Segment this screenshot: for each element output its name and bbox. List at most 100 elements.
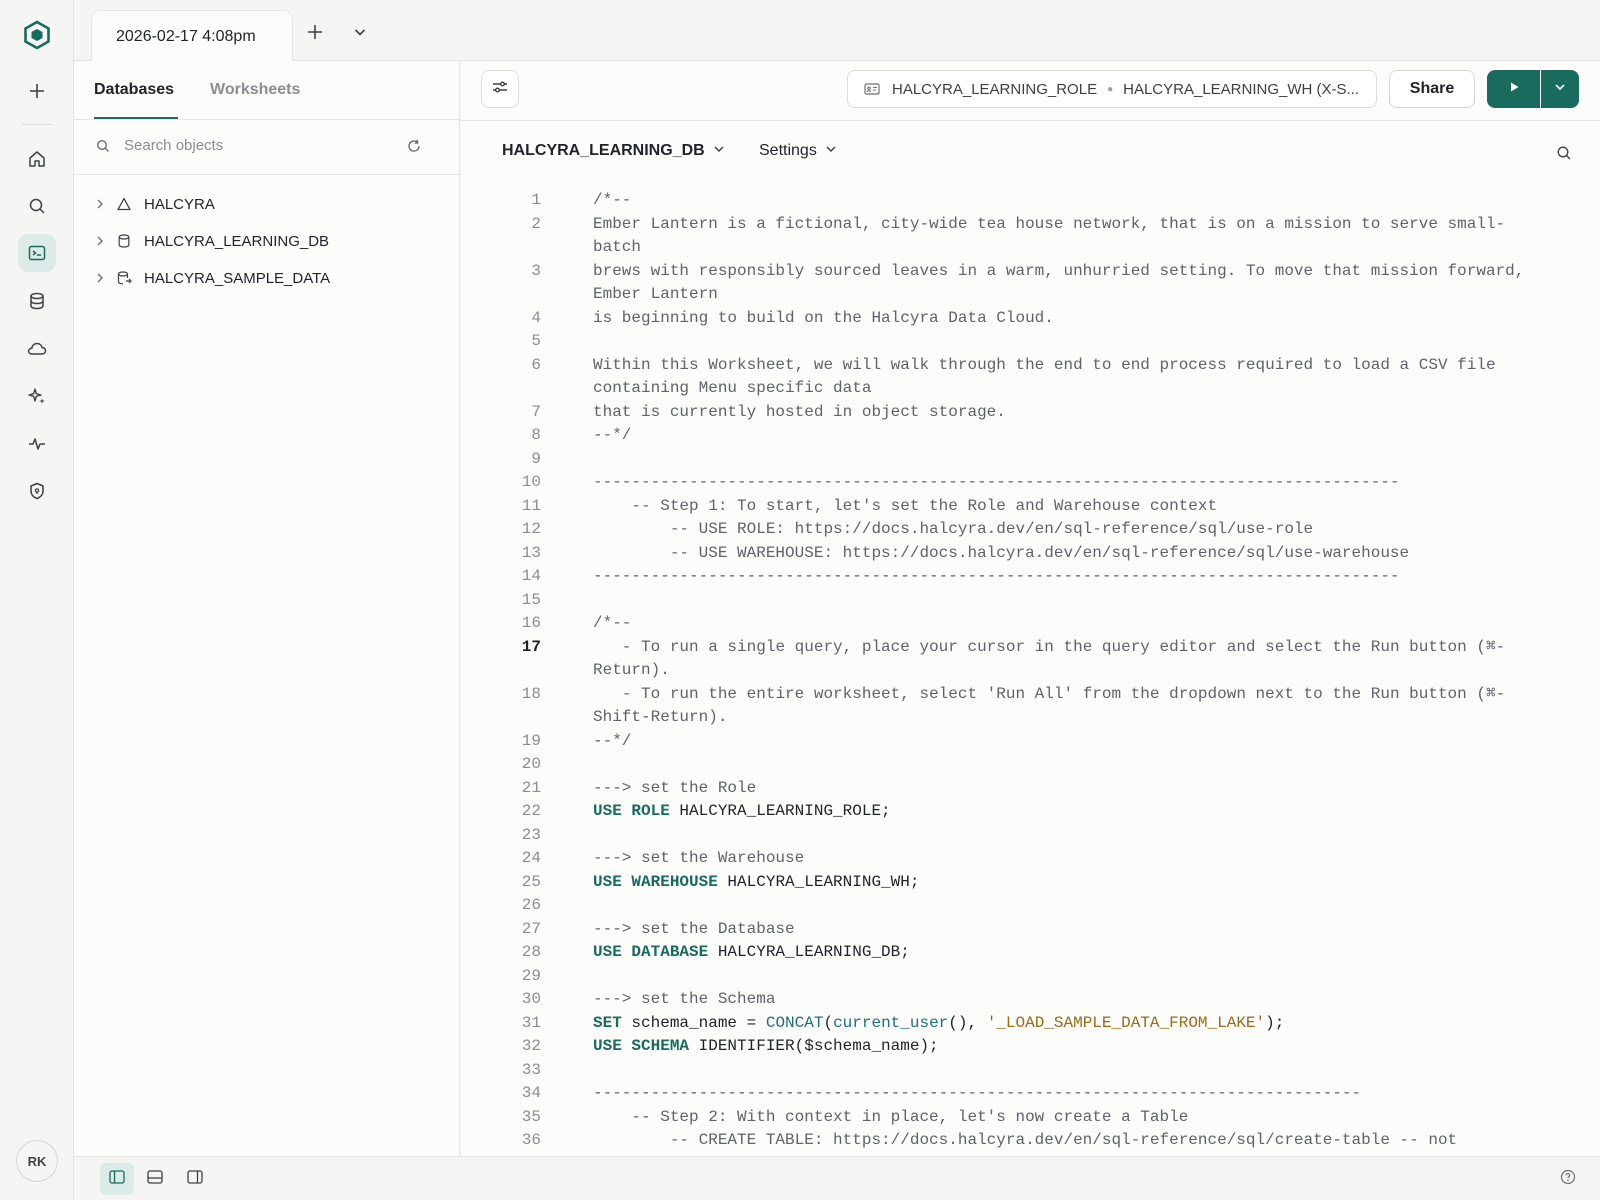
code-line[interactable]: 12 -- USE ROLE: https://docs.halcyra.dev… — [461, 518, 1600, 542]
tree-item-halcyra[interactable]: HALCYRA — [74, 186, 460, 222]
shield-icon[interactable] — [18, 472, 56, 510]
database-selector[interactable]: HALCYRA_LEARNING_DB — [502, 142, 725, 160]
share-button[interactable]: Share — [1389, 70, 1475, 108]
database-icon[interactable] — [18, 282, 56, 320]
code-line[interactable]: 30 ---> set the Schema — [461, 988, 1600, 1012]
code-line[interactable]: 19 --*/ — [461, 730, 1600, 754]
code-line[interactable]: 36 -- CREATE TABLE: https://docs.halcyra… — [461, 1129, 1600, 1153]
code-line[interactable]: 25 USE WAREHOUSE HALCYRA_LEARNING_WH; — [461, 871, 1600, 895]
code-line[interactable]: 3 brews with responsibly sourced leaves i… — [461, 260, 1600, 307]
sql-comment: - To run the entire worksheet, select 'R… — [593, 684, 1506, 727]
home-icon[interactable] — [18, 140, 56, 178]
code-line[interactable]: 21 ---> set the Role — [461, 777, 1600, 801]
line-text: - To run a single query, place your curs… — [593, 636, 1553, 683]
code-line[interactable]: 11 -- Step 1: To start, let's set the Ro… — [461, 495, 1600, 519]
tree-item-halcyra-sample-data[interactable]: HALCYRA_SAMPLE_DATA — [74, 260, 460, 296]
settings-dropdown[interactable]: Settings — [759, 142, 837, 160]
code-line[interactable]: 4 is beginning to build on the Halcyra Da… — [461, 307, 1600, 331]
code-line[interactable]: 33 — [461, 1059, 1600, 1083]
code-line[interactable]: 15 — [461, 589, 1600, 613]
code-line[interactable]: 10 --------------------------------------… — [461, 471, 1600, 495]
sql-text: HALCYRA_LEARNING_DB; — [708, 943, 910, 961]
activity-icon[interactable] — [18, 425, 56, 463]
code-line[interactable]: 16 /*-- — [461, 612, 1600, 636]
user-avatar[interactable]: RK — [16, 1140, 58, 1182]
code-line[interactable]: 6 Within this Worksheet, we will walk thr… — [461, 354, 1600, 401]
line-number: 19 — [521, 731, 541, 750]
sql-text: schema_name = — [621, 1013, 766, 1032]
tab-worksheets[interactable]: Worksheets — [210, 81, 300, 119]
search-icon — [96, 139, 110, 158]
code-line[interactable]: 18 - To run the entire worksheet, select… — [461, 683, 1600, 730]
code-line[interactable]: 34 --------------------------------------… — [461, 1082, 1600, 1106]
new-tab-plus-icon[interactable] — [305, 22, 325, 42]
line-number: 8 — [531, 426, 541, 444]
cloud-icon[interactable] — [18, 330, 56, 368]
code-line[interactable]: 32 USE SCHEMA IDENTIFIER($schema_name); — [461, 1035, 1600, 1059]
code-line[interactable]: 9 — [461, 448, 1600, 472]
code-line[interactable]: 29 — [461, 965, 1600, 989]
layout-bottom-panel-button[interactable] — [138, 1163, 172, 1195]
code-line[interactable]: 28 USE DATABASE HALCYRA_LEARNING_DB; — [461, 941, 1600, 965]
app-rail: RK — [0, 0, 74, 1200]
sql-comment: brews with responsibly sourced leaves in… — [593, 261, 1534, 304]
line-text: ----------------------------------------… — [593, 565, 1553, 589]
chevron-right-icon[interactable] — [94, 235, 106, 247]
sql-comment: --*/ — [593, 426, 632, 444]
worksheet-icon[interactable] — [18, 234, 56, 272]
line-number: 27 — [521, 919, 541, 938]
settings-label: Settings — [759, 142, 817, 159]
role-warehouse-selector[interactable]: HALCYRA_LEARNING_ROLE ● HALCYRA_LEARNING… — [847, 70, 1377, 108]
hexagon-logo-icon[interactable] — [18, 16, 56, 54]
sql-comment: ---> set the Database — [593, 919, 795, 938]
line-text: --*/ — [593, 424, 1553, 448]
line-number: 9 — [531, 449, 541, 468]
code-line[interactable]: 20 — [461, 753, 1600, 777]
code-line[interactable]: 8 --*/ — [461, 424, 1600, 448]
code-line[interactable]: 2 Ember Lantern is a fictional, city-wide… — [461, 213, 1600, 260]
line-number: 31 — [521, 1013, 541, 1032]
sparkle-icon[interactable] — [18, 377, 56, 415]
search-icon[interactable] — [18, 187, 56, 225]
refresh-icon[interactable] — [406, 138, 422, 159]
line-number: 36 — [521, 1131, 541, 1149]
layout-right-panel-button[interactable] — [178, 1163, 212, 1195]
sql-comment: /*-- — [593, 191, 632, 209]
chevron-right-icon[interactable] — [94, 272, 106, 284]
line-text: --*/ — [593, 730, 1553, 754]
tabs-chevron-down-icon[interactable] — [350, 22, 370, 42]
run-button[interactable] — [1487, 70, 1540, 108]
code-line[interactable]: 22 USE ROLE HALCYRA_LEARNING_ROLE; — [461, 800, 1600, 824]
line-number: 2 — [531, 214, 541, 233]
code-line[interactable]: 13 -- USE WAREHOUSE: https://docs.halcyr… — [461, 542, 1600, 566]
code-line[interactable]: 23 — [461, 824, 1600, 848]
layout-sidebar-button[interactable] — [100, 1163, 134, 1195]
code-line[interactable]: 27 ---> set the Database — [461, 918, 1600, 942]
tab-databases[interactable]: Databases — [94, 81, 174, 119]
sql-function: current_user — [833, 1013, 949, 1032]
line-text: ----------------------------------------… — [593, 1082, 1553, 1106]
code-line[interactable]: 1 /*-- — [461, 189, 1600, 213]
code-line[interactable]: 14 --------------------------------------… — [461, 565, 1600, 589]
code-line[interactable]: 7 that is currently hosted in object stor… — [461, 401, 1600, 425]
line-text — [593, 448, 1553, 472]
line-number: 10 — [521, 473, 541, 491]
find-search-icon[interactable] — [1556, 145, 1572, 166]
plus-icon[interactable] — [18, 72, 56, 110]
code-line[interactable]: 17 - To run a single query, place your c… — [461, 636, 1600, 683]
code-editor[interactable]: 1 /*-- 2 Ember Lantern is a fictional, city… — [461, 189, 1600, 1156]
run-options-dropdown[interactable] — [1541, 70, 1579, 108]
filter-settings-button[interactable] — [481, 70, 519, 108]
tree-item-halcyra-learning-db[interactable]: HALCYRA_LEARNING_DB — [74, 223, 460, 259]
code-line[interactable]: 31 SET schema_name = CONCAT(current_user(… — [461, 1012, 1600, 1036]
code-line[interactable]: 26 — [461, 894, 1600, 918]
line-text: ---> set the Role — [593, 777, 1553, 801]
worksheet-tab[interactable]: 2026-02-17 4:08pm — [91, 10, 293, 62]
sql-function: CONCAT — [765, 1013, 824, 1032]
search-objects-input[interactable] — [124, 137, 394, 154]
chevron-right-icon[interactable] — [94, 198, 106, 210]
code-line[interactable]: 35 -- Step 2: With context in place, let… — [461, 1106, 1600, 1130]
code-line[interactable]: 24 ---> set the Warehouse — [461, 847, 1600, 871]
help-icon[interactable] — [1560, 1169, 1576, 1190]
code-line[interactable]: 5 — [461, 330, 1600, 354]
